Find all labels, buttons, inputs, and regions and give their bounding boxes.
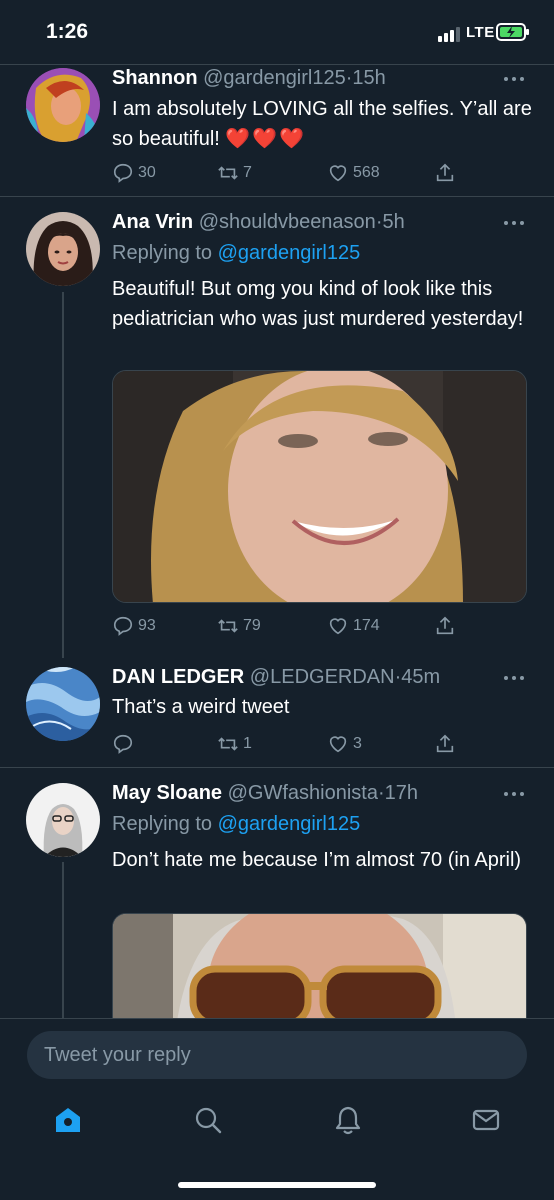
user-name[interactable]: DAN LEDGER — [112, 666, 244, 688]
status-time: 1:26 — [46, 20, 89, 43]
tab-home[interactable] — [48, 1100, 88, 1140]
more-options-icon[interactable] — [502, 218, 526, 228]
reply-count: 93 — [138, 617, 156, 634]
network-label: LTE — [466, 24, 495, 41]
retweet-count: 1 — [243, 735, 252, 752]
replying-to-mention[interactable]: @gardengirl125 — [218, 242, 361, 264]
like-count: 3 — [353, 735, 362, 752]
signal-icon — [438, 27, 460, 42]
user-handle[interactable]: @gardengirl125 — [203, 67, 346, 89]
tweet-body: Beautiful! But omg you kind of look like… — [112, 278, 524, 330]
retweet-button[interactable]: 7 — [217, 159, 252, 187]
tweet-body: I am absolutely LOVING all the selfies. … — [112, 98, 532, 150]
reply-icon — [113, 616, 133, 636]
heart-emojis: ❤️❤️❤️ — [225, 128, 307, 150]
tweet-header: Ana Vrin @shouldvbeenason·5h — [112, 209, 405, 235]
retweet-icon — [218, 166, 238, 180]
like-button[interactable]: 174 — [327, 612, 380, 640]
tab-notifications[interactable] — [328, 1100, 368, 1140]
tweet-time: 17h — [384, 782, 419, 804]
heart-icon — [329, 165, 347, 182]
like-count: 568 — [353, 164, 380, 181]
tweet-time: 5h — [382, 211, 405, 233]
tweet-may-sloane[interactable]: May Sloane @GWfashionista·17h Replying t… — [0, 767, 554, 1018]
reply-button[interactable]: 30 — [112, 159, 156, 187]
heart-icon — [329, 736, 347, 753]
reply-button[interactable] — [112, 730, 138, 758]
more-options-icon[interactable] — [502, 789, 526, 799]
separator: · — [377, 782, 385, 804]
user-handle[interactable]: @shouldvbeenason — [199, 211, 376, 233]
replying-to-mention[interactable]: @gardengirl125 — [218, 813, 361, 835]
replying-to: Replying to @gardengirl125 — [112, 240, 360, 266]
tweet-time: 45m — [401, 666, 441, 688]
reply-button[interactable]: 93 — [112, 612, 156, 640]
avatar[interactable] — [26, 783, 100, 857]
battery-icon — [496, 23, 529, 41]
tab-bar — [0, 1090, 554, 1160]
retweet-count: 79 — [243, 617, 261, 634]
tweet-header: DAN LEDGER @LEDGERDAN·45m — [112, 664, 440, 690]
tweet-body: Don’t hate me because I’m almost 70 (in … — [112, 849, 522, 871]
share-button[interactable] — [434, 159, 460, 187]
avatar[interactable] — [26, 68, 100, 142]
retweet-icon — [218, 619, 238, 633]
like-button[interactable]: 568 — [327, 159, 380, 187]
tweet-image[interactable] — [112, 370, 527, 603]
tweet-time: 15h — [352, 67, 386, 89]
retweet-count: 7 — [243, 164, 252, 181]
home-indicator — [178, 1182, 376, 1188]
tweet-text: I am absolutely LOVING all the selfies. … — [112, 94, 532, 154]
tab-messages[interactable] — [466, 1100, 506, 1140]
replying-to: Replying to @gardengirl125 — [112, 811, 360, 837]
status-bar: 1:26 LTE — [0, 0, 554, 64]
user-name[interactable]: Shannon — [112, 67, 198, 89]
messages-icon — [472, 1109, 500, 1131]
reply-icon — [113, 163, 133, 183]
reply-count: 30 — [138, 164, 156, 181]
more-options-icon[interactable] — [502, 673, 526, 683]
heart-icon — [329, 618, 347, 635]
retweet-icon — [218, 737, 238, 751]
like-count: 174 — [353, 617, 380, 634]
retweet-button[interactable]: 1 — [217, 730, 252, 758]
tweet-shannon[interactable]: Shannon @gardengirl125·15h I am absolute… — [0, 64, 554, 196]
share-icon — [436, 734, 454, 753]
tweet-actions: 30 7 568 — [112, 159, 532, 187]
share-icon — [436, 163, 454, 182]
search-icon — [195, 1107, 222, 1134]
tab-search[interactable] — [188, 1100, 228, 1140]
share-icon — [436, 616, 454, 635]
share-button[interactable] — [434, 730, 460, 758]
avatar[interactable] — [26, 212, 100, 286]
user-handle[interactable]: @LEDGERDAN — [250, 666, 395, 688]
tweet-actions: 1 3 — [112, 730, 532, 758]
user-handle[interactable]: @GWfashionista — [228, 782, 378, 804]
like-button[interactable]: 3 — [327, 730, 362, 758]
home-icon — [56, 1108, 80, 1132]
share-button[interactable] — [434, 612, 460, 640]
tweet-header: Shannon @gardengirl125·15h — [112, 65, 386, 91]
retweet-button[interactable]: 79 — [217, 612, 261, 640]
photo — [113, 371, 526, 602]
notifications-icon — [335, 1106, 361, 1135]
user-name[interactable]: May Sloane — [112, 782, 222, 804]
avatar[interactable] — [26, 667, 100, 741]
user-name[interactable]: Ana Vrin — [112, 211, 193, 233]
tweet-actions: 93 79 174 — [112, 612, 532, 640]
reply-input[interactable] — [27, 1031, 527, 1079]
tweet-dan-ledger[interactable]: DAN LEDGER @LEDGERDAN·45m That’s a weird… — [0, 661, 554, 767]
replying-to-prefix: Replying to — [112, 242, 213, 264]
tweet-ana-vrin[interactable]: Ana Vrin @shouldvbeenason·5h Replying to… — [0, 196, 554, 661]
tweet-body: That’s a weird tweet — [112, 696, 290, 718]
reply-icon — [113, 734, 133, 754]
photo — [113, 914, 526, 1018]
tweet-image[interactable] — [112, 913, 527, 1018]
replying-to-prefix: Replying to — [112, 813, 213, 835]
more-options-icon[interactable] — [502, 74, 526, 84]
tweet-header: May Sloane @GWfashionista·17h — [112, 780, 418, 806]
